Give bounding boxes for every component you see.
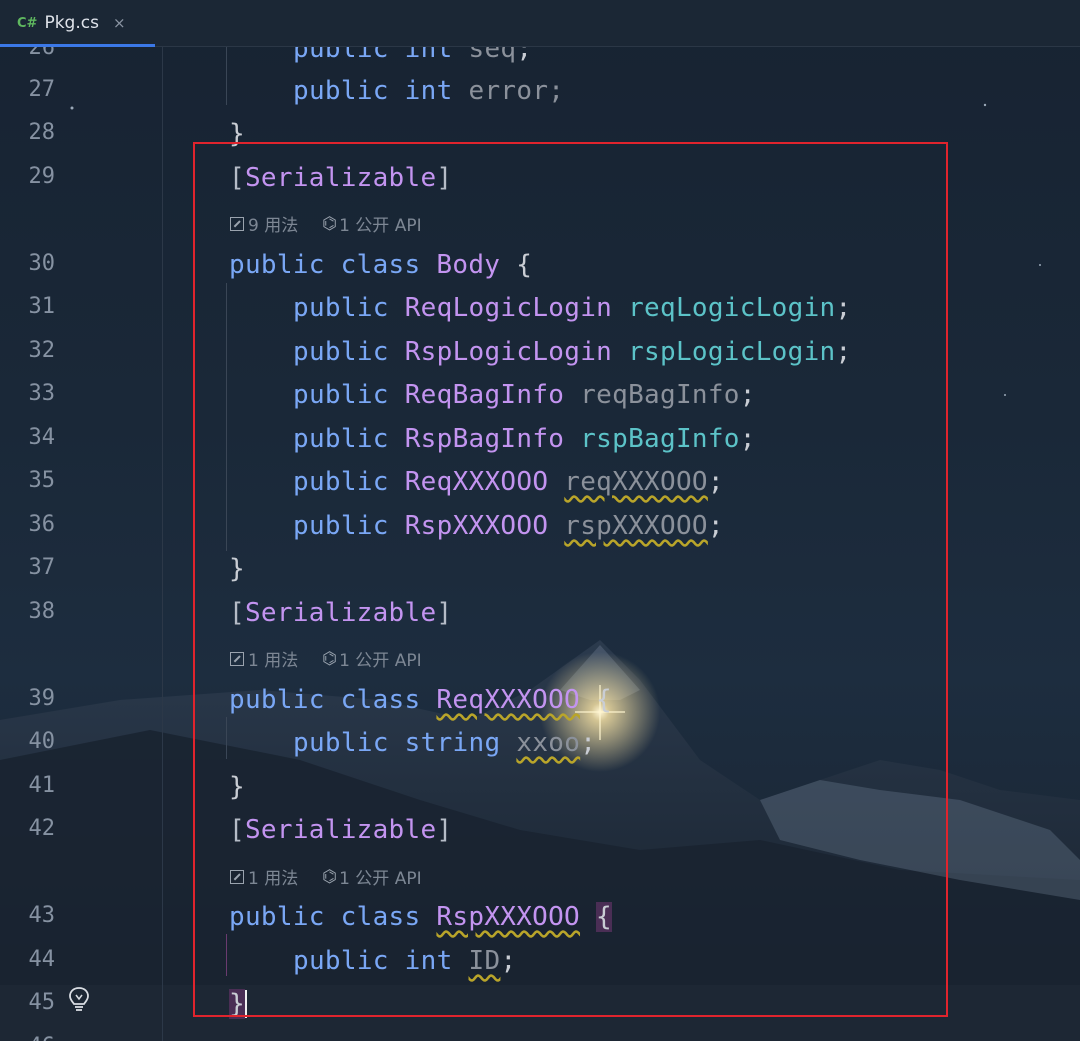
code-text: public int error;	[293, 76, 565, 106]
highlight-box	[193, 142, 948, 1017]
line-number: 46	[0, 1034, 56, 1041]
line-number: 43	[28, 903, 56, 928]
line-number: 37	[28, 555, 56, 580]
code-line: 27 public int error;	[0, 69, 1080, 112]
line-number: 35	[28, 468, 56, 493]
line-number: 34	[28, 425, 56, 450]
line-number: 36	[28, 512, 56, 537]
line-number: 32	[28, 338, 56, 363]
line-number: 28	[28, 120, 56, 145]
line-number: 39	[28, 686, 56, 711]
code-line: 26 public int seq;	[0, 47, 1080, 70]
line-number: 26	[28, 47, 56, 60]
tab-filename: Pkg.cs	[44, 13, 99, 33]
editor-tab-bar: C# Pkg.cs ×	[0, 0, 1080, 47]
line-number: 29	[28, 164, 56, 189]
line-number: 40	[28, 729, 56, 754]
line-number: 41	[28, 773, 56, 798]
line-number: 44	[28, 947, 56, 972]
line-number: 42	[28, 816, 56, 841]
close-icon[interactable]: ×	[113, 14, 126, 32]
line-number: 27	[28, 77, 56, 102]
code-line: 46	[0, 1026, 1080, 1041]
line-number: 38	[28, 599, 56, 624]
line-number: 33	[28, 381, 56, 406]
lightbulb-icon[interactable]	[67, 986, 91, 1014]
code-text: public int seq;	[293, 47, 533, 64]
line-number: 30	[28, 251, 56, 276]
line-number: 31	[28, 294, 56, 319]
tab-pkg-cs[interactable]: C# Pkg.cs ×	[0, 0, 155, 47]
line-number: 45	[28, 990, 56, 1015]
csharp-file-icon: C#	[17, 15, 38, 31]
